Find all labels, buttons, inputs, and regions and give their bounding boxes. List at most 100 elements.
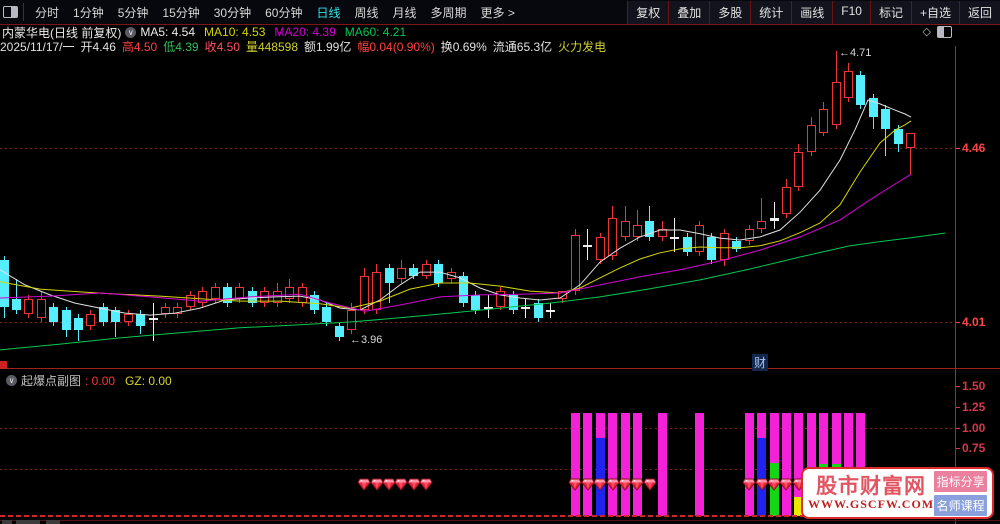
indicator-bar [657, 412, 667, 516]
indicator-bar-blue [595, 437, 605, 516]
toolbar-button-复权[interactable]: 复权 [627, 0, 669, 24]
candle-body [446, 271, 456, 280]
candle-body [136, 314, 146, 326]
candle-body [198, 291, 208, 303]
toolbar-button-多股[interactable]: 多股 [709, 0, 751, 24]
menu-item-月线[interactable]: 月线 [386, 4, 424, 21]
indicator-bar [695, 412, 705, 516]
quote-segment: 开4.46 [80, 39, 116, 54]
candle-body [86, 314, 96, 326]
candle-body [670, 236, 680, 239]
candle-body [757, 221, 767, 230]
quote-segment: 高4.50 [121, 39, 158, 54]
quote-segment: 量448598 [245, 39, 298, 54]
panel-layout-icon[interactable] [937, 25, 952, 38]
quote-segment: 换0.69% [440, 39, 487, 54]
menu-item-5分钟[interactable]: 5分钟 [111, 4, 156, 21]
subchart-title: 起爆点副图 [21, 374, 82, 388]
finance-news-badge[interactable]: 财 [752, 354, 769, 371]
candle-body [695, 225, 705, 253]
subchart-gz-value: GZ: 0.00 [125, 373, 172, 388]
toolbar-separator [23, 3, 24, 21]
candle-body [781, 186, 791, 214]
indicator-bar [620, 412, 630, 516]
candle-body [111, 310, 121, 322]
candle-wick [773, 202, 775, 230]
candle-body [645, 221, 655, 237]
menu-item-30分钟[interactable]: 30分钟 [207, 4, 258, 21]
candle-body [483, 306, 493, 309]
window-icon[interactable] [3, 6, 18, 18]
price-annotation: ←3.96 [350, 334, 383, 346]
candle-body [632, 225, 642, 237]
menu-item-15分钟[interactable]: 15分钟 [155, 4, 206, 21]
top-toolbar: 分时 1分钟 5分钟 15分钟 30分钟 60分钟 日线 周线 月线 多周期 更多 > 复权 叠加 多股… [0, 0, 1000, 25]
candle-body [558, 291, 568, 299]
menu-item-60分钟[interactable]: 60分钟 [258, 4, 309, 21]
candle-body [359, 275, 369, 311]
candle-body [36, 298, 46, 319]
quote-segment: 额1.99亿 [304, 39, 352, 54]
menu-item-分时[interactable]: 分时 [28, 4, 66, 21]
candle-body [49, 306, 59, 322]
toolbar-button-叠加[interactable]: 叠加 [668, 0, 710, 24]
candle-body [508, 294, 518, 311]
chevron-down-icon[interactable]: ∨ [125, 26, 137, 38]
candle-body [235, 287, 245, 299]
candle-body [719, 233, 729, 261]
candle-wick [674, 217, 676, 253]
badge-indicator-share: 指标分享 [934, 470, 987, 492]
menu-item-日线[interactable]: 日线 [309, 4, 347, 21]
candle-body [247, 291, 257, 303]
candle-body [0, 260, 9, 307]
candle-body [570, 235, 580, 292]
toolbar-button-标记[interactable]: 标记 [869, 0, 911, 24]
toolbar-button-F10[interactable]: F10 [832, 0, 870, 24]
candle-body [906, 132, 916, 148]
candle-body [769, 217, 779, 222]
axis-label: 4.01 [962, 315, 986, 329]
candle-body [496, 291, 506, 307]
watermark-text: 股市财富网 WWW.GSCFW.COM [808, 474, 934, 512]
menu-item-多周期[interactable]: 多周期 [424, 4, 474, 21]
axis-label: 1.25 [962, 400, 986, 414]
toolbar-button-画线[interactable]: 画线 [791, 0, 833, 24]
indicator-bar [583, 412, 593, 516]
diamond-gem-icon [419, 478, 433, 491]
candle-body [744, 229, 754, 241]
subchart-value: : 0.00 [85, 373, 116, 388]
candle-body [819, 109, 829, 133]
diamond-gem-icon [643, 478, 657, 491]
toolbar-button-+自选[interactable]: +自选 [910, 0, 959, 24]
candle-body [682, 236, 692, 253]
chevron-down-icon[interactable]: ∨ [6, 375, 17, 386]
candle-body [459, 275, 469, 303]
candle-body [310, 294, 319, 311]
candle-body [608, 217, 618, 257]
candle-body [794, 151, 804, 187]
candle-body [707, 236, 717, 261]
candle-body [471, 294, 481, 311]
candle-body [421, 264, 431, 276]
candle-body [185, 294, 195, 307]
menu-item-周线[interactable]: 周线 [347, 4, 385, 21]
menu-item-1分钟[interactable]: 1分钟 [66, 4, 111, 21]
quote-segment: 收4.50 [204, 39, 240, 54]
menu-item-更多 >[interactable]: 更多 > [474, 4, 522, 21]
candle-body [334, 325, 344, 338]
diamond-marker-icon[interactable]: ◇ [923, 25, 931, 38]
candle-body [881, 109, 891, 129]
indicator-bar [608, 412, 618, 516]
main-chart[interactable]: 4.46 4.01 1.50 1.25 1.00 0.75 ←4.71 ←3.96 [0, 0, 1000, 524]
watermark: 股市财富网 WWW.GSCFW.COM 指标分享 名师课程 [801, 467, 994, 519]
candle-body [533, 302, 543, 319]
toolbar-button-返回[interactable]: 返回 [958, 0, 1000, 24]
candle-body [160, 306, 170, 315]
indicator-bar [632, 412, 642, 516]
toolbar-button-统计[interactable]: 统计 [750, 0, 792, 24]
trading-app-window: 4.46 4.01 1.50 1.25 1.00 0.75 ←4.71 ←3.96 财 分时 1… [0, 0, 1000, 524]
corner-icons: ◇ [923, 25, 952, 38]
axis-label: 1.00 [962, 421, 986, 435]
candle-body [74, 318, 84, 330]
candle-body [396, 267, 406, 280]
